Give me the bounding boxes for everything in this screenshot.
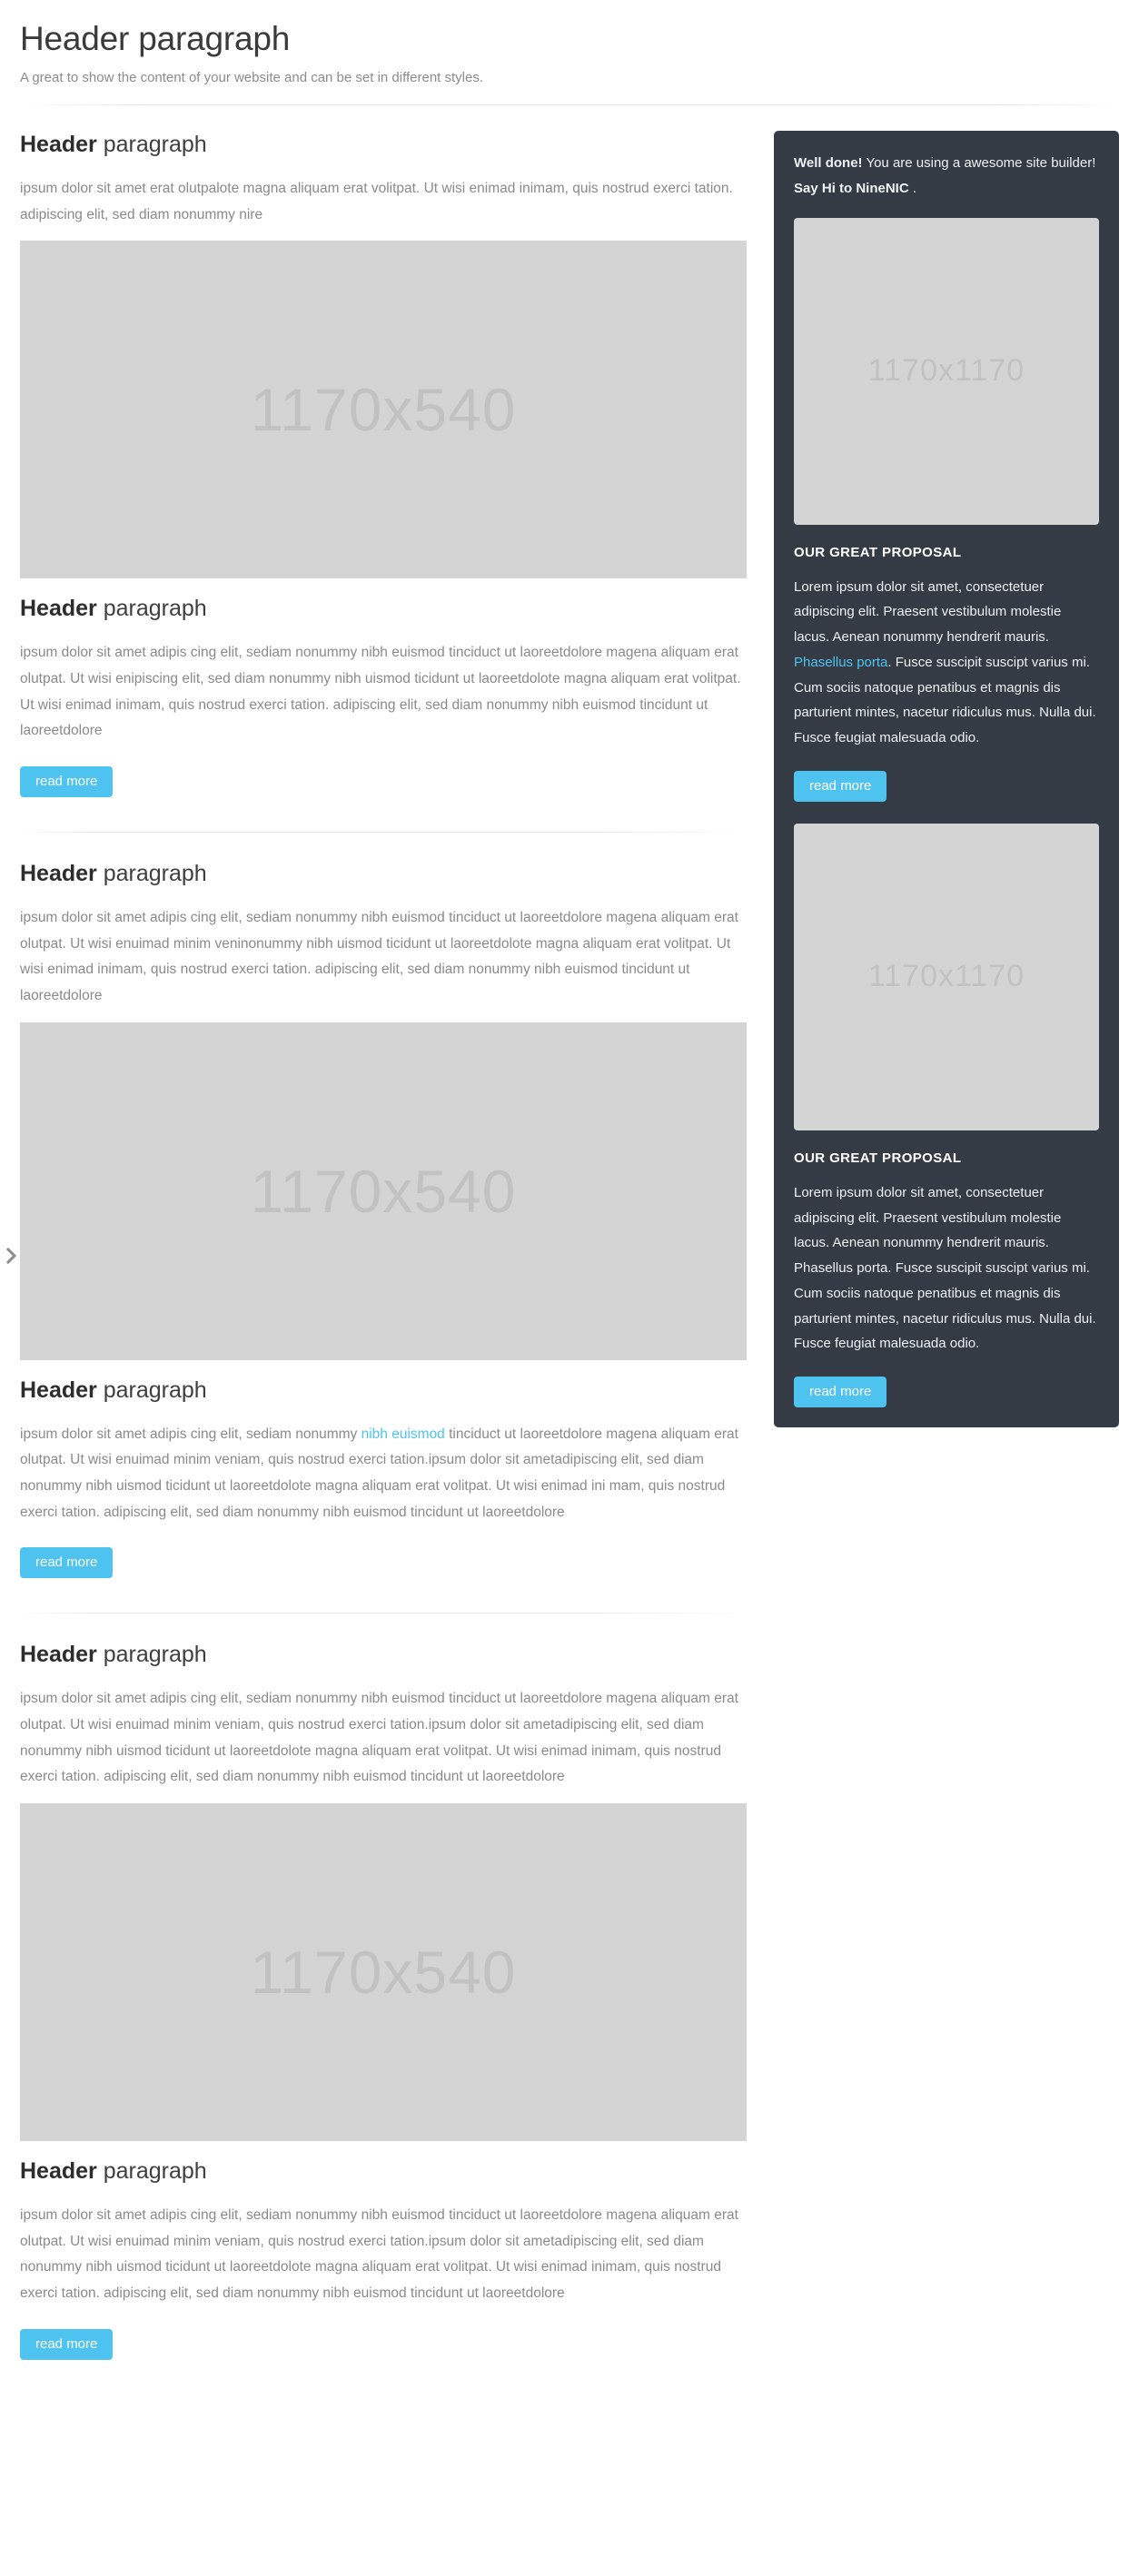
image-placeholder: 1170x540 [20, 1803, 747, 2142]
block-heading: Header paragraph [20, 131, 747, 158]
chevron-right-icon[interactable] [2, 1242, 22, 1269]
block-body-before-link: ipsum dolor sit amet adipis cing elit, s… [20, 1426, 362, 1442]
block-body: ipsum dolor sit amet adipis cing elit, s… [20, 910, 738, 1004]
block-heading-rest: paragraph [96, 132, 207, 158]
alert-text-2: . [908, 180, 917, 196]
section-divider [20, 1613, 747, 1614]
content-block: Header paragraph ipsum dolor sit amet ad… [20, 1377, 747, 1614]
block-body: ipsum dolor sit amet adipis cing elit, s… [20, 645, 741, 739]
block-heading: Header paragraph [20, 1377, 747, 1404]
section-divider [20, 832, 747, 834]
read-more-button[interactable]: read more [20, 766, 114, 798]
image-placeholder: 1170x540 [20, 241, 747, 579]
proposal-title: OUR GREAT PROPOSAL [794, 544, 962, 560]
block-heading-rest: paragraph [96, 1642, 207, 1668]
read-more-button[interactable]: read more [20, 2328, 114, 2360]
alert-strong-2: Say Hi to NineNIC [794, 180, 909, 196]
block-heading-bold: Header [20, 596, 97, 622]
page-subtitle: A great to show the content of your webs… [20, 69, 484, 85]
block-body: ipsum dolor sit amet erat olutpalote mag… [20, 181, 733, 222]
block-heading: Header paragraph [20, 2157, 747, 2185]
block-heading-rest: paragraph [96, 596, 207, 622]
content-block: Header paragraph ipsum dolor sit amet ad… [20, 595, 747, 834]
proposal-body-before-link: Lorem ipsum dolor sit amet, consectetuer… [794, 578, 1062, 646]
content-block: Header paragraph ipsum dolor sit amet ad… [20, 1641, 747, 2142]
block-heading-bold: Header [20, 2158, 97, 2185]
block-heading-bold: Header [20, 861, 97, 887]
alert-text-1: You are using a awesome site builder! [862, 155, 1096, 172]
block-heading-rest: paragraph [96, 2158, 207, 2185]
sidebar-image-placeholder: 1170x1170 [794, 217, 1099, 525]
content-block: Header paragraph ipsum dolor sit amet ad… [20, 860, 747, 1360]
proposal-body: Lorem ipsum dolor sit amet, consectetuer… [794, 575, 1099, 751]
alert-message: Well done! You are using a awesome site … [794, 151, 1099, 202]
block-body: ipsum dolor sit amet adipis cing elit, s… [20, 1691, 738, 1785]
content-block: Header paragraph ipsum dolor sit amet er… [20, 131, 747, 579]
sidebar-panel: Well done! You are using a awesome site … [774, 131, 1119, 1428]
page-layout: Header paragraph ipsum dolor sit amet er… [0, 105, 1139, 2420]
block-heading-rest: paragraph [96, 1377, 207, 1403]
sidebar-image-placeholder: 1170x1170 [794, 823, 1099, 1130]
block-body: ipsum dolor sit amet adipis cing elit, s… [20, 1422, 747, 1526]
block-heading: Header paragraph [20, 860, 747, 887]
image-placeholder: 1170x540 [20, 1022, 747, 1360]
inline-link[interactable]: nibh euismod [362, 1426, 445, 1442]
sidebar-read-more-button[interactable]: read more [794, 770, 887, 802]
alert-strong-1: Well done! [794, 155, 863, 172]
block-heading: Header paragraph [20, 595, 747, 622]
block-heading-rest: paragraph [96, 861, 207, 887]
proposal-title: OUR GREAT PROPOSAL [794, 1150, 962, 1166]
proposal-body: Lorem ipsum dolor sit amet, consectetuer… [794, 1184, 1096, 1352]
block-heading-bold: Header [20, 1642, 97, 1668]
content-block: Header paragraph ipsum dolor sit amet ad… [20, 2157, 747, 2376]
main-content-column: Header paragraph ipsum dolor sit amet er… [20, 131, 747, 2384]
sidebar-read-more-button[interactable]: read more [794, 1377, 887, 1408]
block-heading-bold: Header [20, 1377, 97, 1403]
block-body: ipsum dolor sit amet adipis cing elit, s… [20, 2207, 738, 2302]
read-more-button[interactable]: read more [20, 1547, 114, 1579]
block-heading: Header paragraph [20, 1641, 747, 1668]
proposal-inline-link[interactable]: Phasellus porta [794, 655, 887, 670]
block-heading-bold: Header [20, 132, 97, 158]
sidebar-column: Well done! You are using a awesome site … [774, 131, 1119, 1428]
page-title: Header paragraph [20, 20, 291, 57]
page-header: Header paragraph A great to show the con… [0, 0, 1139, 88]
